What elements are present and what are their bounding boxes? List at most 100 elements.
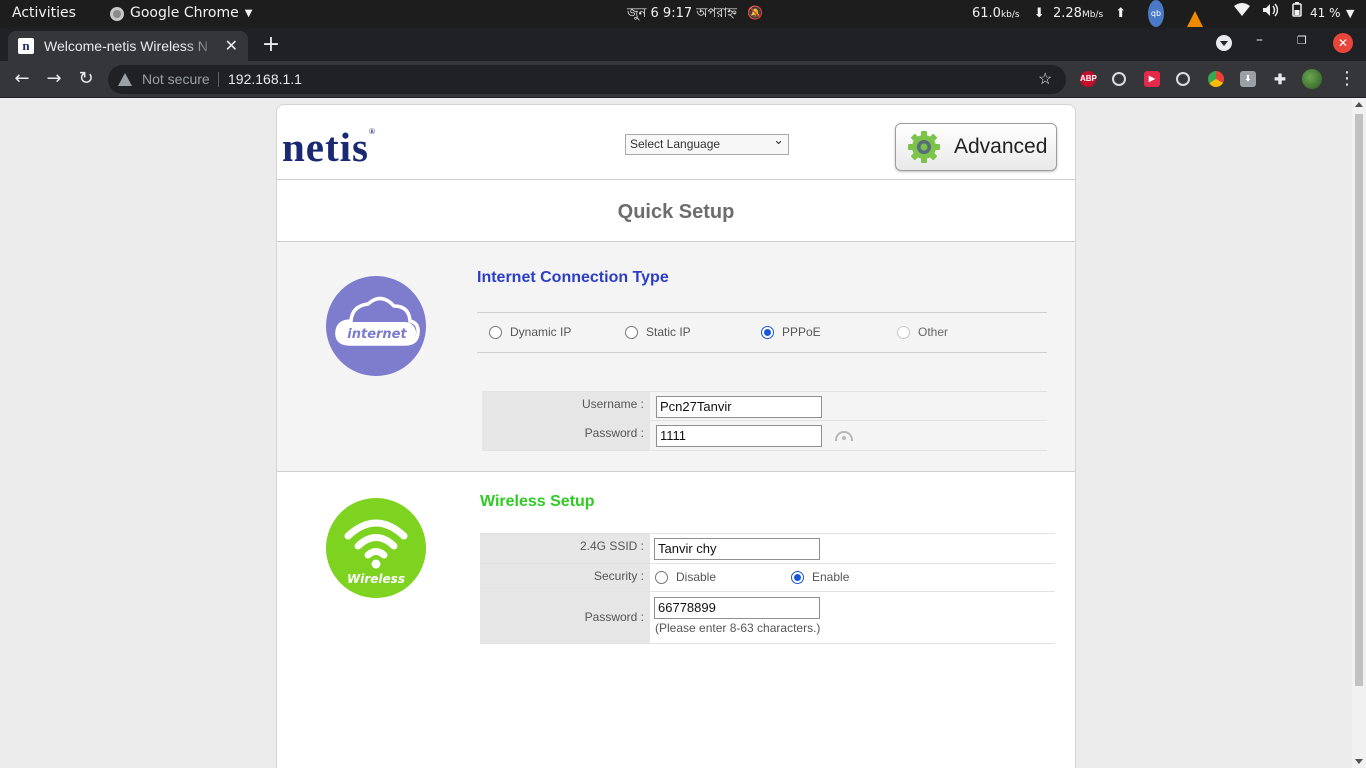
net-speed-up: 2.28Mb/s ⬆: [1053, 0, 1126, 27]
wifi-icon[interactable]: [1234, 0, 1250, 27]
bookmark-star-icon[interactable]: ☆: [1038, 65, 1052, 94]
advanced-label: Advanced: [954, 135, 1048, 158]
netis-logo: netis®: [282, 123, 376, 171]
security-row: Security : Disable Enable: [480, 563, 1055, 591]
net-down-unit: kb/s: [1000, 10, 1020, 20]
browser-tab[interactable]: n Welcome-netis Wireless N ✕: [8, 31, 248, 61]
profile-avatar[interactable]: [1302, 69, 1322, 89]
radio-dynamic-ip[interactable]: Dynamic IP: [489, 325, 571, 339]
wireless-password-row: Password : 66778899 (Please enter 8-63 c…: [480, 591, 1055, 644]
internet-section: internet Internet Connection Type Dynami…: [277, 242, 1075, 472]
vlc-tray-icon[interactable]: [1187, 0, 1203, 27]
warning-icon[interactable]: [118, 73, 132, 86]
security-label: Security :: [480, 564, 650, 591]
qbittorrent-tray-icon[interactable]: qb: [1148, 0, 1164, 27]
radio-label: PPPoE: [782, 325, 821, 339]
tab-title: Welcome-netis Wireless N: [44, 38, 208, 54]
net-down-value: 61.0: [972, 6, 1001, 21]
internet-cloud-icon: internet: [326, 276, 426, 376]
restore-icon[interactable]: ❐: [1297, 34, 1307, 47]
scroll-up-arrow-icon[interactable]: [1355, 102, 1363, 107]
page-title: Quick Setup: [617, 201, 735, 223]
radio-button[interactable]: [761, 325, 774, 339]
wireless-icon-label: Wireless: [347, 572, 405, 586]
chrome-app-icon: [110, 6, 124, 21]
omnibox-divider: [218, 72, 219, 87]
address-bar[interactable]: Not secure 192.168.1.1 ☆: [108, 65, 1066, 94]
wireless-password-input[interactable]: 66778899: [654, 597, 820, 619]
tab-search-icon[interactable]: [1216, 35, 1232, 51]
wireless-section: Wireless Wireless Setup 2.4G SSID : Tanv…: [277, 473, 1075, 768]
language-select[interactable]: Select Language: [625, 130, 789, 155]
show-password-eye-icon[interactable]: [835, 431, 853, 441]
minimize-icon[interactable]: –: [1256, 32, 1263, 48]
radio-button[interactable]: [791, 570, 804, 584]
ssid-row: 2.4G SSID : Tanvir chy: [480, 533, 1055, 563]
arrow-up-icon: ⬆: [1115, 6, 1127, 21]
clock[interactable]: জুন 6 9:17 অপরাহ্ন 🔕: [627, 0, 763, 27]
net-up-value: 2.28: [1053, 6, 1082, 21]
media-extension-icon[interactable]: ▶: [1144, 71, 1160, 87]
radio-label: Other: [918, 325, 949, 339]
logo-text: netis: [282, 124, 369, 170]
wireless-setup-title: Wireless Setup: [480, 493, 595, 510]
chrome-menu-kebab-icon[interactable]: ⋮: [1338, 68, 1356, 89]
router-admin-panel: netis® Select Language Advanced: [276, 104, 1076, 768]
battery-percent[interactable]: 41 %: [1310, 0, 1341, 27]
page-scrollbar[interactable]: [1352, 98, 1366, 768]
tab-close-icon[interactable]: ✕: [225, 36, 238, 56]
volume-icon[interactable]: [1262, 0, 1279, 27]
app-menu[interactable]: Google Chrome ▼: [110, 0, 252, 27]
security-indicator[interactable]: Not secure: [142, 65, 210, 94]
extensions-puzzle-icon[interactable]: ✚: [1272, 71, 1288, 87]
radio-label: Static IP: [646, 325, 691, 339]
radio-button[interactable]: [489, 325, 502, 339]
reload-icon[interactable]: ↻: [74, 67, 98, 91]
app-menu-label: Google Chrome: [130, 5, 239, 21]
clock-text: জুন 6 9:17 অপরাহ্ন: [627, 6, 737, 21]
radio-other[interactable]: Other: [897, 325, 948, 339]
page-viewport: netis® Select Language Advanced: [0, 98, 1352, 768]
radio-pppoe[interactable]: PPPoE: [761, 325, 821, 339]
radio-security-enable[interactable]: Enable: [791, 570, 849, 584]
advanced-button[interactable]: Advanced: [895, 123, 1057, 171]
window-close-icon[interactable]: ✕: [1333, 33, 1353, 53]
radio-label: Dynamic IP: [510, 325, 572, 339]
scroll-thumb[interactable]: [1355, 114, 1363, 686]
back-arrow-icon[interactable]: ←: [10, 67, 34, 91]
ssid-input[interactable]: Tanvir chy: [654, 538, 820, 560]
radio-security-disable[interactable]: Disable: [655, 570, 716, 584]
password-input[interactable]: 1111: [656, 425, 822, 447]
forward-arrow-icon[interactable]: →: [42, 67, 66, 91]
activities-button[interactable]: Activities: [12, 0, 76, 27]
color-extension-icon[interactable]: [1208, 71, 1224, 87]
browser-toolbar: ← → ↻ Not secure 192.168.1.1 ☆ ABP ▶ ⬇ ✚…: [0, 61, 1366, 98]
username-label: Username :: [482, 392, 650, 421]
radio-label: Enable: [812, 570, 850, 584]
internet-icon-label: internet: [347, 327, 407, 342]
gear-icon: [908, 131, 940, 163]
adblock-plus-icon[interactable]: ABP: [1080, 71, 1097, 87]
target-extension-icon[interactable]: [1176, 72, 1190, 86]
username-input[interactable]: Pcn27Tanvir: [656, 396, 822, 418]
react-devtools-icon[interactable]: [1112, 72, 1126, 86]
new-tab-plus-icon[interactable]: +: [260, 32, 282, 57]
url-text[interactable]: 192.168.1.1: [228, 65, 302, 94]
radio-static-ip[interactable]: Static IP: [625, 325, 691, 339]
password-row: Password : 1111: [482, 421, 1047, 451]
net-speed-down: 61.0kb/s ⬇: [972, 0, 1045, 27]
connection-type-options: Dynamic IP Static IP PPPoE Other: [477, 312, 1047, 353]
system-menu-caret-icon[interactable]: ▼: [1346, 0, 1354, 27]
netis-favicon-icon: n: [18, 38, 34, 54]
notifications-muted-icon: 🔕: [747, 6, 764, 21]
radio-label: Disable: [676, 570, 717, 584]
scroll-down-arrow-icon[interactable]: [1355, 759, 1363, 764]
os-top-bar: Activities Google Chrome ▼ জুন 6 9:17 অপ…: [0, 0, 1366, 27]
battery-icon[interactable]: [1292, 0, 1302, 27]
radio-button[interactable]: [655, 570, 668, 584]
logo-registered-mark: ®: [369, 127, 376, 136]
username-row: Username : Pcn27Tanvir: [482, 391, 1047, 421]
downloader-extension-icon[interactable]: ⬇: [1240, 71, 1256, 87]
radio-button[interactable]: [625, 325, 638, 339]
radio-button[interactable]: [897, 325, 910, 339]
